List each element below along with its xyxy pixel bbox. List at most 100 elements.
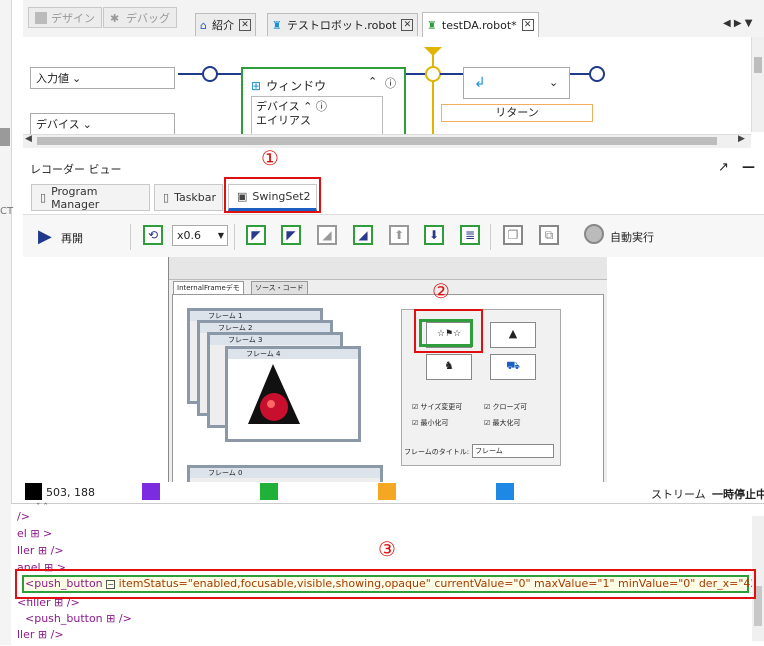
collapse-icon[interactable]: ⌃ [368, 75, 377, 88]
window-node-header: ⊞ ウィンドウ [251, 77, 326, 94]
swing-tab-demo[interactable]: InternalFrameデモ [173, 281, 244, 295]
tree-line[interactable]: ller ⊞ /> [17, 628, 64, 641]
robot-icon: ♜ [427, 18, 437, 32]
annotation-box-3 [15, 569, 756, 599]
swing-push-button-car[interactable]: ⛟ [490, 354, 536, 380]
auto-run-toggle-icon[interactable] [584, 224, 604, 244]
collapse-icon[interactable]: ⌃ [303, 100, 312, 113]
bug-icon: ✱ [110, 11, 120, 25]
tree-line[interactable]: <push_button ⊞ /> [25, 612, 132, 625]
tab-program-manager-label: Program Manager [51, 184, 100, 211]
swing-tab-source-label: ソース・コード [255, 284, 304, 292]
window-stack-icon[interactable]: ❐ [503, 225, 523, 245]
design-view-button[interactable]: デザイン [28, 7, 102, 28]
scroll-right-icon[interactable]: ▶ [738, 134, 745, 144]
window-switch-icon[interactable]: ⧉ [539, 225, 559, 245]
debug-view-button[interactable]: ✱ デバッグ [103, 7, 177, 28]
tab-intro-label: 紹介 [211, 19, 234, 32]
swing-tab-source[interactable]: ソース・コード [251, 281, 308, 295]
robot-icon: ♜ [272, 18, 282, 32]
arrow-down-right-icon[interactable]: ◢ [353, 225, 373, 245]
help-icon[interactable]: ⓘ [316, 100, 327, 113]
document-list-icon[interactable]: ≣ [460, 225, 480, 245]
frame-title-field[interactable]: フレーム [472, 444, 554, 458]
tree-nav-arrows[interactable]: ˇ ˆ [36, 503, 48, 513]
arrow-down-right-icon[interactable]: ◢ [317, 225, 337, 245]
return-node[interactable]: ↲ ⌄ [463, 67, 570, 99]
swing-toolbar [169, 257, 607, 280]
scrollbar-thumb[interactable] [37, 137, 717, 145]
checkbox-maximizable[interactable]: ☑ 最大化可 [484, 418, 521, 428]
chevron-down-icon: ⌄ [72, 71, 82, 85]
replay-icon[interactable]: ⟲ [143, 225, 163, 245]
tab-intro[interactable]: ⌂ 紹介 ✕ [195, 13, 256, 36]
resume-label[interactable]: 再開 [61, 230, 83, 246]
tree-line[interactable]: ller ⊞ /> [17, 544, 64, 557]
chevron-down-icon[interactable]: ⌄ [549, 76, 558, 89]
tab-testda-label: testDA.robot* [441, 18, 517, 32]
swingset-window: InternalFrameデモ ソース・コード フレーム 1 フレーム 2 フレ… [168, 257, 607, 482]
frame-title-value: フレーム [475, 447, 503, 455]
pause-status: 一時停止中 [712, 488, 764, 501]
document-icon: ▯ [40, 191, 47, 204]
toolbar-divider [234, 224, 235, 250]
tab-scroll-arrows[interactable]: ◀ ▶ ▼ [723, 18, 752, 29]
annotation-number-1: ① [261, 146, 279, 170]
flow-horizontal-scrollbar[interactable]: ◀ ▶ [23, 134, 751, 148]
external-link-icon[interactable]: ↗ [718, 160, 729, 175]
recorder-title: レコーダー ビュー [30, 163, 122, 176]
scroll-left-icon[interactable]: ◀ [25, 134, 32, 144]
close-icon[interactable]: ✕ [401, 19, 414, 31]
cursor-coordinates: 503, 188 [46, 486, 95, 499]
arrow-up-left-icon[interactable]: ◤ [246, 225, 266, 245]
color-swatch-blue[interactable] [496, 483, 514, 500]
internal-frame-0[interactable]: フレーム 0 [187, 465, 383, 482]
document-icon: ▯ [163, 191, 170, 204]
color-swatch-orange[interactable] [378, 483, 396, 500]
close-icon[interactable]: ✕ [238, 19, 251, 31]
tab-program-manager[interactable]: ▯ Program Manager [31, 184, 150, 211]
swing-push-button-duke-2[interactable]: ♞ [426, 354, 472, 380]
help-icon[interactable]: ⓘ [385, 75, 396, 91]
toolbar-divider [130, 224, 131, 250]
color-swatch-purple[interactable] [142, 483, 160, 500]
chevron-down-icon: ⌄ [82, 117, 92, 131]
swing-push-button-duke[interactable]: ▲ [490, 322, 536, 348]
return-label: リターン [495, 106, 539, 119]
stream-label: ストリーム [651, 488, 706, 501]
checkbox-iconifiable[interactable]: ☑ 最小化可 [412, 418, 449, 428]
flow-canvas: 入力値 ⌄ デバイス ⌄ ⊞ ウィンドウ ⌃ ⓘ デバイス ⌃ ⓘ エイリアス … [23, 37, 764, 148]
minimize-icon[interactable]: — [742, 160, 755, 175]
window-alias-label: エイリアス [256, 114, 311, 127]
annotation-box-1 [224, 177, 321, 213]
duke-mascot-icon [248, 364, 300, 424]
checkbox-closable[interactable]: ☑ クローズ可 [484, 402, 527, 412]
design-label: デザイン [51, 11, 95, 25]
close-icon[interactable]: ✕ [521, 19, 534, 31]
tab-test-robot-label: テストロボット.robot [286, 19, 397, 32]
arrow-up-icon[interactable]: ⬆ [389, 225, 409, 245]
flow-vertical-scrollbar[interactable] [751, 37, 764, 132]
tree-line[interactable]: el ⊞ > [17, 527, 52, 540]
arrow-down-icon[interactable]: ⬇ [424, 225, 444, 245]
auto-run-label[interactable]: 自動実行 [610, 229, 654, 245]
tab-testda[interactable]: ♜ testDA.robot* ✕ [422, 12, 539, 37]
input-value-dropdown[interactable]: 入力値 ⌄ [30, 67, 175, 89]
annotation-number-3: ③ [378, 537, 396, 561]
internal-frame-4[interactable]: フレーム 4 [225, 346, 361, 442]
speed-select[interactable]: x0.6 ▼ [172, 225, 228, 246]
swing-desktop: フレーム 1 フレーム 2 フレーム 3 フレーム 4 フレーム 0 ☆⚑☆ ▲… [172, 294, 604, 482]
window-device-label: デバイス [256, 100, 300, 113]
tab-taskbar[interactable]: ▯ Taskbar [154, 184, 223, 211]
frame-title-label: フレームのタイトル: [404, 448, 470, 456]
windows-icon: ⊞ [251, 78, 262, 93]
device-dropdown[interactable]: デバイス ⌄ [30, 113, 175, 135]
scrollbar-thumb[interactable] [754, 57, 762, 73]
arrow-up-left-icon[interactable]: ◤ [281, 225, 301, 245]
tree-line[interactable]: /> [17, 510, 30, 523]
play-icon[interactable]: ▶ [38, 226, 52, 247]
color-swatch-green[interactable] [260, 483, 278, 500]
tab-test-robot[interactable]: ♜ テストロボット.robot ✕ [267, 13, 419, 36]
checkbox-resizable[interactable]: ☑ サイズ変更可 [412, 402, 462, 412]
device-label: デバイス [36, 118, 80, 131]
